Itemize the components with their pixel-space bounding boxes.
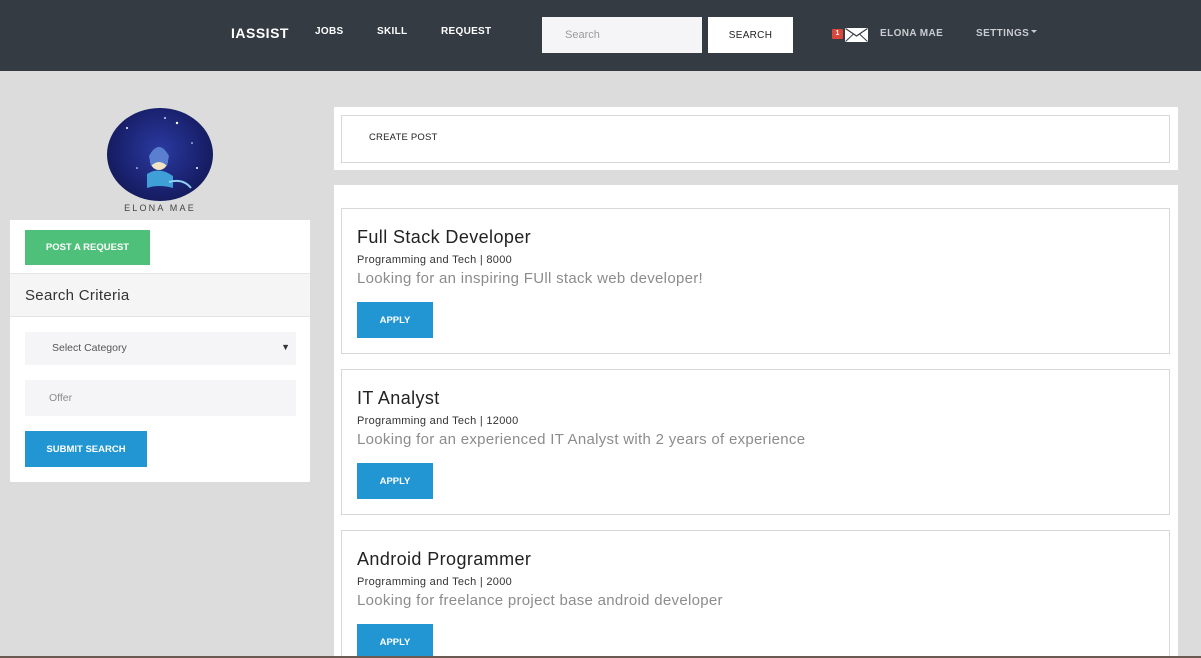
envelope-icon — [845, 28, 868, 42]
apply-button[interactable]: APPLY — [357, 302, 433, 338]
nav-link-jobs[interactable]: JOBS — [315, 26, 343, 37]
settings-label: SETTINGS — [976, 28, 1030, 39]
settings-dropdown[interactable]: SETTINGS — [976, 28, 1038, 39]
category-select-value: Select Category — [52, 342, 127, 354]
create-post-panel: CREATE POST — [334, 107, 1178, 170]
brand-logo[interactable]: IASSIST — [231, 25, 289, 41]
job-description: Looking for an inspiring FUll stack web … — [357, 270, 704, 287]
profile-name: ELONA MAE — [124, 203, 196, 213]
category-select[interactable]: Select Category ▼ — [25, 332, 296, 365]
job-title: Full Stack Developer — [357, 227, 532, 247]
job-description: Looking for an experienced IT Analyst wi… — [357, 431, 806, 448]
caret-down-icon — [1031, 30, 1038, 34]
nav-link-request[interactable]: REQUEST — [441, 26, 491, 37]
sidebar-panel: POST A REQUEST Search Criteria Select Ca… — [10, 220, 310, 482]
job-feed: Full Stack Developer Programming and Tec… — [334, 185, 1178, 658]
submit-search-button[interactable]: SUBMIT SEARCH — [25, 431, 147, 467]
nav-link-skill[interactable]: SKILL — [377, 26, 407, 37]
job-card: Full Stack Developer Programming and Tec… — [341, 208, 1170, 354]
job-title: IT Analyst — [357, 388, 440, 408]
search-criteria-title: Search Criteria — [25, 287, 130, 304]
user-menu-name[interactable]: ELONA MAE — [880, 28, 943, 39]
job-description: Looking for freelance project base andro… — [357, 592, 723, 609]
apply-button[interactable]: APPLY — [357, 624, 433, 658]
triangle-down-icon: ▼ — [281, 342, 290, 352]
avatar — [107, 108, 213, 201]
create-post-button[interactable]: CREATE POST — [341, 115, 1170, 163]
create-post-label: CREATE POST — [369, 132, 438, 143]
post-request-button[interactable]: POST A REQUEST — [25, 230, 150, 265]
top-navbar: IASSIST JOBS SKILL REQUEST SEARCH 1 ELON… — [0, 0, 1201, 71]
job-title: Android Programmer — [357, 549, 532, 569]
search-input[interactable] — [542, 17, 702, 53]
job-meta: Programming and Tech | 12000 — [357, 415, 519, 427]
job-card: Android Programmer Programming and Tech … — [341, 530, 1170, 658]
messages-button[interactable]: 1 — [832, 28, 870, 42]
avatar-illustration — [126, 117, 198, 197]
search-button[interactable]: SEARCH — [708, 17, 793, 53]
search-criteria-header: Search Criteria — [10, 273, 310, 317]
job-meta: Programming and Tech | 2000 — [357, 576, 513, 588]
apply-button[interactable]: APPLY — [357, 463, 433, 499]
offer-input[interactable] — [25, 380, 296, 416]
unread-count-badge: 1 — [832, 29, 843, 39]
job-card: IT Analyst Programming and Tech | 12000 … — [341, 369, 1170, 515]
job-meta: Programming and Tech | 8000 — [357, 254, 513, 266]
